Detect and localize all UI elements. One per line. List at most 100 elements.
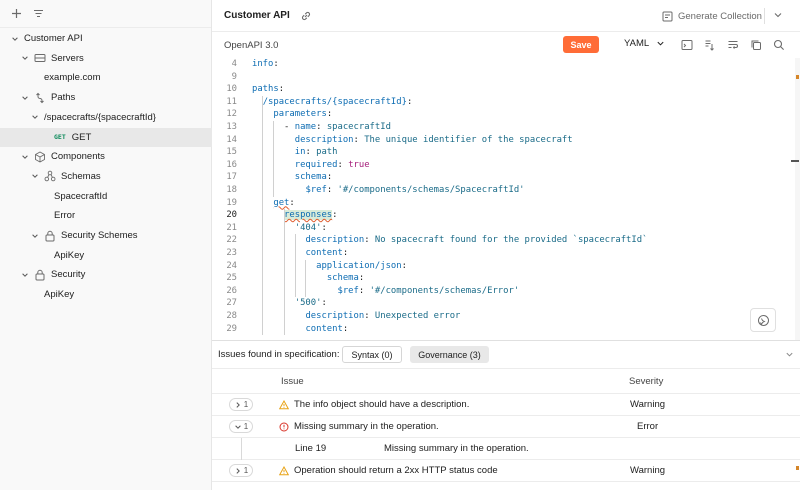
issue-text: Missing summary in the operation. bbox=[294, 421, 439, 432]
tab-syntax[interactable]: Syntax (0) bbox=[342, 346, 402, 363]
chevron-down-icon[interactable] bbox=[773, 10, 783, 20]
editor-scrollbar[interactable] bbox=[795, 58, 800, 340]
add-icon[interactable] bbox=[8, 6, 24, 22]
code-token: : bbox=[406, 96, 413, 107]
sidebar-item[interactable]: Schemas bbox=[0, 167, 212, 186]
chevron-down-icon[interactable] bbox=[10, 34, 20, 44]
code-line: 13 - name: spacecraftId bbox=[212, 121, 795, 134]
sidebar-item-label: Servers bbox=[51, 52, 84, 64]
issue-detail-row[interactable]: Line 19 Missing summary in the operation. bbox=[212, 438, 800, 460]
indent-guide bbox=[305, 259, 307, 298]
code-token: description bbox=[294, 134, 354, 145]
sidebar-item[interactable]: Servers bbox=[0, 49, 212, 68]
line-number: 27 bbox=[226, 298, 237, 309]
line-number: 10 bbox=[226, 84, 237, 95]
code-token: '404' bbox=[294, 222, 322, 233]
sidebar-item[interactable]: GET GET bbox=[0, 127, 212, 147]
code-token: schema bbox=[294, 172, 327, 183]
sidebar: Customer API Servers example.com Paths/spac… bbox=[0, 0, 212, 490]
code-text: content: bbox=[252, 247, 348, 260]
chevron-down-icon[interactable] bbox=[785, 350, 794, 359]
collection-icon bbox=[662, 11, 673, 21]
sidebar-item[interactable]: SpacecraftId bbox=[0, 187, 212, 206]
line-number: 29 bbox=[226, 323, 237, 334]
code-token: Unexpected error bbox=[374, 311, 461, 321]
table-row[interactable]: 1 Operation should return a 2xx HTTP stat… bbox=[212, 460, 800, 482]
sidebar-toolbar bbox=[0, 0, 211, 28]
chevron-down-icon[interactable] bbox=[20, 53, 30, 63]
sidebar-item[interactable]: Security Schemes bbox=[0, 226, 212, 245]
generate-collection-button[interactable]: Generate Collection bbox=[662, 6, 762, 26]
line-number: 28 bbox=[226, 311, 237, 321]
sidebar-item-label: SpacecraftId bbox=[54, 190, 108, 202]
sidebar-item-label: Paths bbox=[51, 92, 76, 104]
chevron-down-icon[interactable] bbox=[30, 112, 40, 122]
code-line: 29 content: bbox=[212, 323, 795, 336]
sidebar-item[interactable]: ApiKey bbox=[0, 285, 212, 304]
wrap-lines-icon[interactable] bbox=[726, 38, 740, 52]
link-icon[interactable] bbox=[300, 10, 312, 22]
line-number: 12 bbox=[226, 109, 237, 120]
ai-assist-button[interactable] bbox=[750, 308, 776, 332]
search-icon[interactable] bbox=[772, 38, 786, 52]
code-line: 23 content: bbox=[212, 247, 795, 260]
paths-icon bbox=[34, 92, 46, 104]
code-text: description: The unique identifier of th… bbox=[252, 134, 573, 147]
format-select[interactable]: YAML bbox=[624, 38, 665, 49]
sidebar-item[interactable]: Customer API bbox=[0, 29, 212, 48]
terminal-icon[interactable] bbox=[680, 38, 694, 52]
chevron-down-icon[interactable] bbox=[30, 171, 40, 181]
format-document-icon[interactable] bbox=[703, 38, 717, 52]
code-token: path bbox=[316, 147, 338, 158]
chevron-down-icon[interactable] bbox=[20, 270, 30, 280]
code-token: $ref bbox=[337, 285, 359, 296]
code-line: 17 schema: bbox=[212, 171, 795, 184]
issue-line-ref[interactable]: Line 19 bbox=[295, 443, 326, 454]
sidebar-item[interactable]: example.com bbox=[0, 68, 212, 87]
code-line: 19 get: bbox=[212, 197, 795, 210]
code-token: : bbox=[321, 298, 327, 309]
line-number: 23 bbox=[226, 248, 237, 258]
code-token: : bbox=[278, 84, 285, 95]
issue-severity: Error bbox=[637, 421, 659, 432]
chevron-down-icon[interactable] bbox=[30, 231, 40, 241]
code-text: responses: bbox=[252, 209, 338, 222]
code-text: $ref: '#/components/schemas/Error' bbox=[252, 285, 520, 298]
issue-text: Operation should return a 2xx HTTP statu… bbox=[294, 465, 498, 476]
copy-icon[interactable] bbox=[749, 38, 763, 52]
line-number: 9 bbox=[231, 71, 237, 82]
sparkle-icon bbox=[757, 314, 769, 326]
code-text: paths: bbox=[252, 83, 284, 96]
line-number: 26 bbox=[226, 285, 237, 296]
table-row[interactable]: 1 Missing summary in the operation. Error bbox=[212, 416, 800, 438]
sidebar-item[interactable]: Paths bbox=[0, 88, 212, 107]
chevron-down-icon[interactable] bbox=[20, 93, 30, 103]
expand-toggle[interactable]: 1 bbox=[229, 420, 253, 433]
sidebar-item[interactable]: Components bbox=[0, 147, 212, 166]
sidebar-item[interactable]: Security bbox=[0, 265, 212, 284]
sidebar-item[interactable]: /spacecrafts/{spacecraftId} bbox=[0, 108, 212, 127]
expand-toggle[interactable]: 1 bbox=[229, 464, 253, 477]
lock-icon bbox=[34, 269, 46, 281]
code-editor[interactable]: 4 info: 9 10 paths: 11 /spacecrafts/{spacecra… bbox=[212, 58, 795, 340]
code-token: : bbox=[358, 273, 365, 284]
code-token: content bbox=[305, 248, 343, 258]
filter-icon[interactable] bbox=[30, 6, 46, 22]
tab-governance[interactable]: Governance (3) bbox=[410, 346, 489, 363]
expand-toggle[interactable]: 1 bbox=[229, 398, 253, 411]
sidebar-item[interactable]: ApiKey bbox=[0, 246, 212, 265]
code-token: : bbox=[326, 109, 333, 120]
code-token: /spacecrafts/{spacecraftId} bbox=[262, 96, 407, 107]
code-text: parameters: bbox=[252, 108, 332, 121]
table-row[interactable]: 1 The info object should have a descripti… bbox=[212, 394, 800, 416]
divider bbox=[764, 8, 765, 24]
save-button[interactable]: Save bbox=[563, 36, 599, 53]
code-token: application/json bbox=[316, 260, 402, 271]
sidebar-item[interactable]: Error bbox=[0, 206, 212, 225]
line-number: 4 bbox=[231, 59, 237, 69]
chevron-down-icon[interactable] bbox=[20, 152, 30, 162]
